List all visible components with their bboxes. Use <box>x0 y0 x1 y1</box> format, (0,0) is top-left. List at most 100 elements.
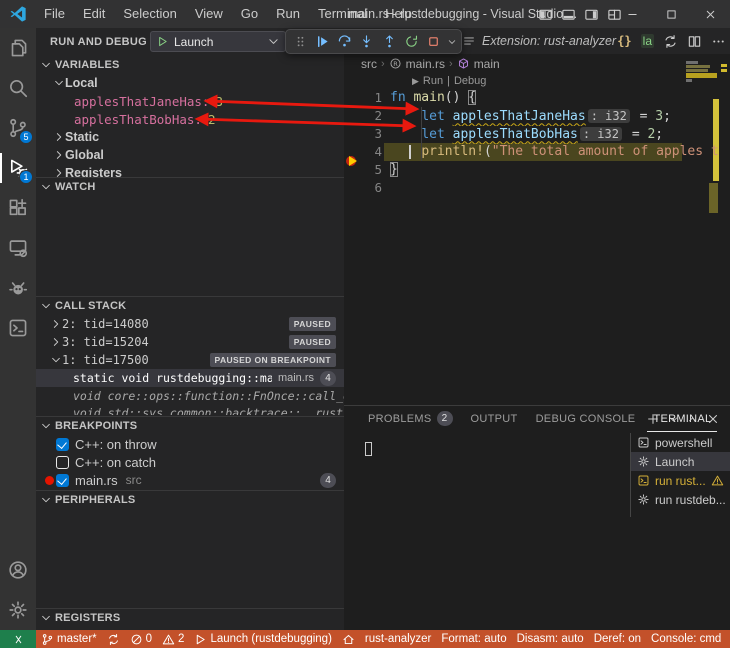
remote-indicator[interactable] <box>0 630 36 648</box>
thread-row[interactable]: 1: tid=17500 PAUSED ON BREAKPOINT <box>36 351 344 369</box>
toggle-secondary-sidebar-icon[interactable] <box>584 7 599 22</box>
status-item-2[interactable]: 2 <box>157 633 189 646</box>
menu-edit[interactable]: Edit <box>74 0 114 28</box>
breadcrumb-item-src[interactable]: src <box>361 57 377 71</box>
debug-config-dropdown[interactable]: Launch <box>150 31 286 52</box>
code-line-3[interactable]: 3 let applesThatBobHas: i32 = 2; <box>344 125 730 143</box>
sync-icon[interactable] <box>663 34 678 49</box>
terminal-item-powershell[interactable]: powershell <box>630 433 730 452</box>
status-item-disasm-auto[interactable]: Disasm: auto <box>512 633 589 645</box>
menu-file[interactable]: File <box>35 0 74 28</box>
code-line-2[interactable]: 2 let applesThatJaneHas: i32 = 3; <box>344 107 730 125</box>
step-over-button[interactable] <box>335 31 355 52</box>
breakpoint-row[interactable]: main.rs src 4 <box>36 471 344 489</box>
panel-tab-output[interactable]: OUTPUT <box>465 406 524 432</box>
scope-registers[interactable]: Registers <box>36 164 344 177</box>
close-button[interactable] <box>691 0 730 28</box>
rust-analyzer-status[interactable]: la <box>641 34 654 48</box>
activity-extensions[interactable] <box>0 188 36 228</box>
scope-global[interactable]: Global <box>36 146 344 164</box>
split-editor-icon[interactable] <box>687 34 702 49</box>
maximize-button[interactable] <box>652 0 691 28</box>
breakpoint-row[interactable]: C++: on catch <box>36 453 344 471</box>
minimap[interactable] <box>686 61 717 83</box>
terminal-item-launch[interactable]: Launch <box>630 452 730 471</box>
activity-run-and-debug[interactable]: 1 <box>0 148 36 188</box>
start-debug-icon[interactable] <box>156 35 169 48</box>
continue-button[interactable] <box>312 31 332 52</box>
maximize-panel-icon[interactable] <box>687 414 698 425</box>
menu-go[interactable]: Go <box>232 0 267 28</box>
breakpoint-row[interactable]: C++: on throw <box>36 435 344 453</box>
toggle-panel-icon[interactable] <box>561 7 576 22</box>
stack-frame-row[interactable]: void std::sys_common::backtrace::__rust_… <box>36 405 344 415</box>
code-area[interactable]: 1 fn main() { 2 let applesThatJaneHas: i… <box>344 89 730 197</box>
breadcrumb-item-main[interactable]: main <box>474 57 500 71</box>
status-label: Deref: on <box>594 633 641 645</box>
breakpoint-checkbox[interactable] <box>56 438 69 451</box>
breakpoint-checkbox[interactable] <box>56 456 69 469</box>
thread-row[interactable]: 3: tid=15204 PAUSED <box>36 333 344 351</box>
activity-explorer[interactable] <box>0 28 36 68</box>
menu-view[interactable]: View <box>186 0 232 28</box>
status-item[interactable] <box>102 633 125 646</box>
braces-status[interactable]: {} <box>617 34 631 48</box>
status-item-rust-analyzer[interactable]: rust-analyzer <box>360 633 436 645</box>
thread-row[interactable]: 2: tid=14080 PAUSED <box>36 315 344 333</box>
toggle-sidebar-icon[interactable] <box>538 7 553 22</box>
toolbar-drag-grip[interactable] <box>290 31 310 52</box>
restart-button[interactable] <box>401 31 421 52</box>
status-item-format-auto[interactable]: Format: auto <box>436 633 511 645</box>
status-item-deref-on[interactable]: Deref: on <box>589 633 646 645</box>
activity-terminal-tool[interactable] <box>0 308 36 348</box>
breakpoints-header[interactable]: BREAKPOINTS <box>36 416 344 435</box>
code-line-4[interactable]: 4 println!("The total amount of apples t <box>344 143 730 161</box>
codelens-debug-link[interactable]: Debug <box>454 75 486 87</box>
panel-tab-problems[interactable]: PROBLEMS 2 <box>362 406 459 432</box>
activity-remote-explorer[interactable] <box>0 228 36 268</box>
status-item-master[interactable]: master* <box>36 633 102 646</box>
panel-tab-debug-console[interactable]: DEBUG CONSOLE <box>530 406 642 432</box>
variable-row[interactable]: applesThatBobHas: 2 <box>36 110 344 128</box>
new-terminal-icon[interactable] <box>646 412 660 426</box>
scope-static[interactable]: Static <box>36 128 344 146</box>
menu-selection[interactable]: Selection <box>114 0 185 28</box>
menu-run[interactable]: Run <box>267 0 309 28</box>
call-stack-header[interactable]: CALL STACK <box>36 296 344 315</box>
status-item-console-cmd[interactable]: Console: cmd <box>646 633 726 645</box>
status-item[interactable] <box>337 633 360 646</box>
activity-source-control[interactable]: 5 <box>0 108 36 148</box>
status-item-0[interactable]: 0 <box>125 633 157 646</box>
activity-search[interactable] <box>0 68 36 108</box>
codelens-run-link[interactable]: Run <box>423 75 443 87</box>
status-item-launch-rustdebugging[interactable]: Launch (rustdebugging) <box>189 633 336 646</box>
tab-extension-rust-analyzer[interactable]: Extension: rust-analyzer <box>462 28 616 54</box>
code-line-5[interactable]: 5 } <box>344 161 730 179</box>
activity-settings[interactable] <box>0 590 36 630</box>
step-out-button[interactable] <box>379 31 399 52</box>
terminal-dropdown-icon[interactable] <box>668 414 679 425</box>
more-actions-icon[interactable] <box>711 34 726 49</box>
close-panel-icon[interactable] <box>706 412 720 426</box>
scope-local[interactable]: Local <box>36 74 344 92</box>
terminal-item-run-rust[interactable]: run rust... <box>630 471 730 490</box>
minimize-button[interactable] <box>613 0 652 28</box>
activity-debug-tool[interactable] <box>0 268 36 308</box>
stop-button[interactable] <box>424 31 444 52</box>
stack-frame-row[interactable]: static void rustdebugging::main() main.r… <box>36 369 344 387</box>
registers-header[interactable]: REGISTERS <box>36 608 344 627</box>
breakpoint-checkbox[interactable] <box>56 474 69 487</box>
variables-header[interactable]: VARIABLES <box>36 55 344 74</box>
stop-dropdown[interactable] <box>446 31 457 52</box>
code-line-1[interactable]: 1 fn main() { <box>344 89 730 107</box>
activity-accounts[interactable] <box>0 550 36 590</box>
code-line-6[interactable]: 6 <box>344 179 730 197</box>
step-into-button[interactable] <box>357 31 377 52</box>
status-feedback[interactable] <box>726 633 730 646</box>
terminal-item-run-rustdeb[interactable]: run rustdeb... <box>630 490 730 509</box>
peripherals-header[interactable]: PERIPHERALS <box>36 490 344 509</box>
variable-row[interactable]: applesThatJaneHas: 3 <box>36 92 344 110</box>
watch-header[interactable]: WATCH <box>36 177 344 196</box>
stack-frame-row[interactable]: void core::ops::function::FnOnce::call_o… <box>36 387 344 405</box>
breadcrumb-item-main-rs[interactable]: main.rs <box>406 57 445 71</box>
